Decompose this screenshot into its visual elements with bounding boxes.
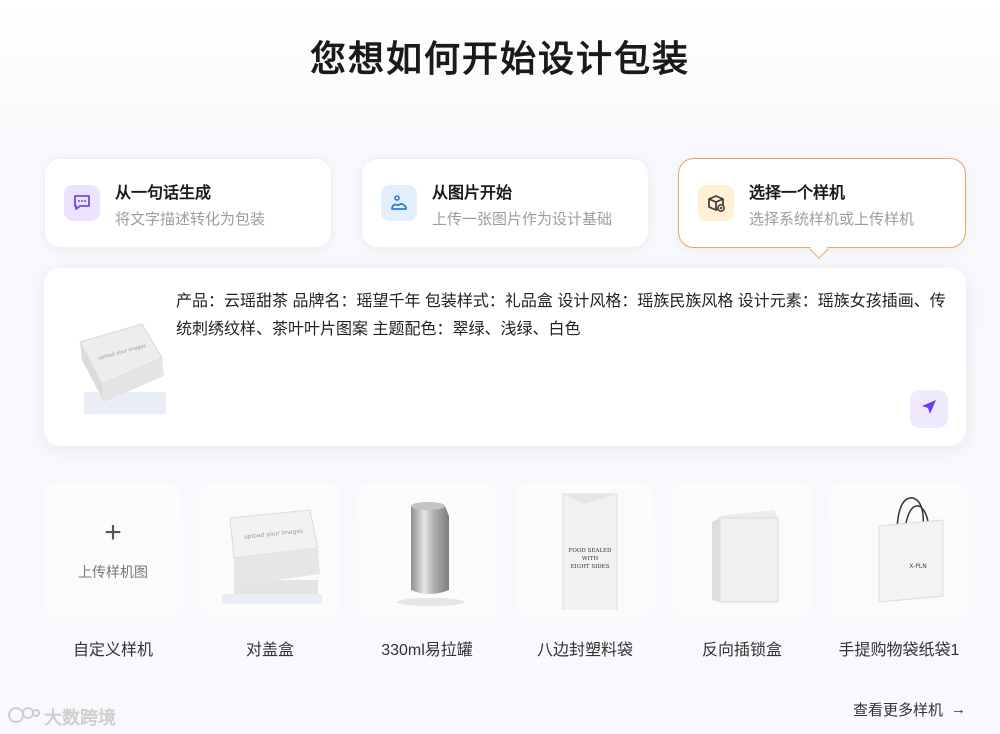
sample-label[interactable]: 330ml易拉罐: [347, 636, 507, 660]
sample-label[interactable]: 对盖盒: [190, 636, 350, 660]
mode-card-image[interactable]: 从图片开始 上传一张图片作为设计基础: [361, 158, 649, 248]
view-more-link[interactable]: 查看更多样机 →: [853, 699, 966, 720]
box-icon: [698, 185, 734, 221]
view-more-label: 查看更多样机: [852, 702, 943, 719]
upload-text: 上传样机图: [78, 564, 148, 580]
mode-card-text[interactable]: 从一句话生成 将文字描述转化为包装: [44, 158, 332, 248]
prompt-input[interactable]: 产品：云瑶甜茶 品牌名：瑶望千年 包装样式：礼品盒 设计风格：瑶族民族风格 设计…: [176, 288, 946, 344]
pouch-caption-1: FOOD SEALED: [569, 548, 612, 554]
sample-shopping-bag[interactable]: X-PLN: [830, 482, 968, 618]
mode-title: 从一句话生成: [115, 185, 212, 202]
sample-pouch[interactable]: FOOD SEALED WITH EIGHT SIDES: [516, 482, 654, 618]
send-icon: [919, 397, 939, 422]
watermark-logo-icon: [6, 705, 40, 730]
mode-desc: 将文字描述转化为包装: [115, 211, 266, 228]
watermark-text: 大数跨境: [44, 708, 116, 728]
image-icon: [381, 185, 417, 221]
bag-caption: X-PLN: [909, 563, 926, 570]
pouch-caption-2: WITH: [582, 556, 598, 562]
sample-lid-box[interactable]: upload your images: [201, 482, 339, 618]
send-button[interactable]: [910, 390, 948, 428]
mode-title: 从图片开始: [432, 185, 513, 202]
sample-label[interactable]: 自定义样机: [33, 636, 193, 660]
page-title: 您想如何开始设计包装: [309, 38, 690, 79]
mode-desc: 上传一张图片作为设计基础: [432, 211, 613, 228]
mode-desc: 选择系统样机或上传样机: [749, 211, 915, 228]
mode-card-mockup[interactable]: 选择一个样机 选择系统样机或上传样机: [678, 158, 966, 248]
prompt-card: upload your images 产品：云瑶甜茶 品牌名：瑶望千年 包装样式…: [44, 268, 966, 446]
sample-tuck-box[interactable]: [673, 482, 811, 618]
mockup-thumbnail[interactable]: upload your images: [72, 306, 172, 416]
sample-upload[interactable]: + 上传样机图: [44, 482, 182, 618]
arrow-right-icon: →: [951, 701, 966, 718]
plus-icon: +: [104, 516, 122, 549]
can-icon: [397, 502, 465, 606]
sample-label[interactable]: 反向插锁盒: [662, 636, 822, 660]
pouch-caption-3: EIGHT SIDES: [571, 564, 610, 570]
lid-box-icon: upload your images: [222, 509, 322, 604]
mode-title: 选择一个样机: [749, 185, 846, 202]
pouch-icon: FOOD SEALED WITH EIGHT SIDES: [562, 493, 618, 610]
shopping-bag-icon: X-PLN: [878, 497, 944, 603]
watermark: 大数跨境: [6, 704, 116, 730]
chat-icon: [64, 185, 100, 221]
sample-can[interactable]: [358, 482, 496, 618]
sample-label[interactable]: 手提购物袋纸袋1: [819, 636, 979, 660]
tuck-box-icon: [712, 510, 779, 603]
sample-label[interactable]: 八边封塑料袋: [505, 636, 665, 660]
